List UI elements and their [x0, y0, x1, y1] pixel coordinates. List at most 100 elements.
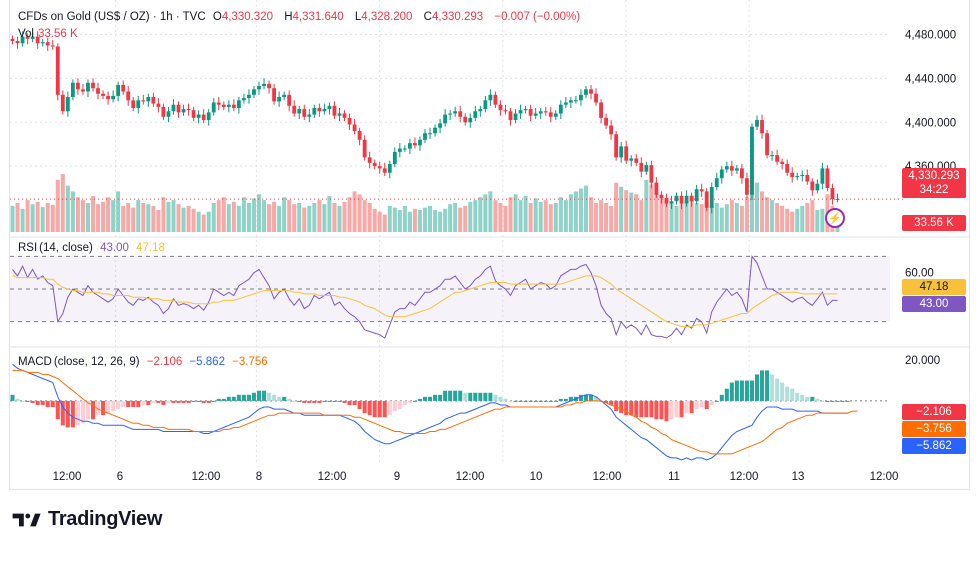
- volume-bar: [387, 205, 392, 232]
- candle-body: [543, 111, 548, 113]
- volume-bar: [262, 200, 267, 232]
- candle-body: [176, 104, 181, 113]
- volume-label: Vol: [18, 28, 34, 40]
- candle-body: [342, 113, 347, 118]
- volume-bar: [25, 200, 30, 232]
- macd-histogram-bar: [820, 400, 825, 402]
- volume-bar: [493, 200, 498, 232]
- volume-bar: [35, 201, 40, 232]
- macd-label[interactable]: MACD: [18, 356, 52, 368]
- volume-bar: [503, 205, 508, 232]
- macd-histogram-bar: [503, 398, 508, 401]
- macd-histogram-bar: [111, 400, 116, 412]
- candle-body: [282, 94, 287, 98]
- candle-body: [805, 174, 810, 182]
- candle-body: [629, 158, 634, 161]
- candle-body: [453, 111, 458, 114]
- candle-body: [252, 89, 256, 95]
- volume-bar: [523, 196, 528, 232]
- time-axis-label: 12:00: [456, 471, 485, 483]
- macd-histogram-bar: [337, 400, 342, 402]
- macd-histogram-bar: [619, 400, 624, 414]
- macd-hist-tag: −2.106: [902, 404, 966, 420]
- volume-tag: 33.56 K: [902, 215, 966, 231]
- candle-body: [724, 166, 729, 170]
- candle-body: [639, 162, 644, 172]
- macd-histogram-bar: [402, 400, 407, 405]
- volume-bar: [810, 200, 815, 232]
- rsi-params: 14, close: [43, 242, 90, 254]
- chart-canvas[interactable]: 4,480.0004,440.0004,400.0004,360.00060.0…: [0, 0, 980, 574]
- macd-histogram-bar: [624, 400, 629, 416]
- macd-histogram-bar: [302, 400, 307, 403]
- time-axis-label: 8: [256, 471, 262, 483]
- macd-signal-tag: −3.756: [902, 421, 966, 437]
- volume-bar: [478, 197, 483, 232]
- macd-histogram-bar: [563, 398, 568, 401]
- volume-bar: [101, 201, 106, 232]
- macd-histogram-bar: [201, 400, 206, 403]
- lightning-icon[interactable]: ⚡: [825, 208, 845, 228]
- candle-body: [533, 113, 538, 116]
- volume-bar: [327, 196, 332, 232]
- candle-body: [196, 114, 201, 118]
- macd-histogram-bar: [236, 394, 241, 401]
- macd-histogram-bar: [332, 400, 337, 402]
- volume-bar: [513, 194, 518, 232]
- candle-body: [55, 46, 60, 95]
- macd-histogram-bar: [412, 400, 417, 402]
- candle-body: [745, 178, 749, 195]
- volume-bar: [744, 197, 749, 232]
- candle-body: [186, 109, 191, 111]
- volume-legend: Vol 33.56 K: [18, 28, 82, 40]
- volume-bar: [488, 191, 493, 232]
- volume-bar: [312, 203, 317, 232]
- ohlc-legend: CFDs on Gold (US$ / OZ) · 1h · TVC O4,33…: [18, 11, 584, 23]
- candle-body: [131, 100, 136, 108]
- candle-body: [126, 91, 131, 101]
- macd-histogram-bar: [256, 390, 262, 401]
- macd-histogram-bar: [126, 400, 131, 408]
- candle-body: [760, 120, 764, 134]
- volume-bar: [498, 203, 503, 232]
- macd-histogram-bar: [317, 400, 322, 403]
- candle-body: [277, 97, 282, 102]
- volume-bar: [90, 196, 96, 232]
- macd-histogram-bar: [684, 400, 689, 414]
- macd-histogram-bar: [50, 400, 55, 408]
- bar-countdown: 34:22: [919, 184, 949, 196]
- symbol-title[interactable]: CFDs on Gold (US$ / OZ) · 1h · TVC: [18, 11, 206, 23]
- volume-bar: [246, 203, 251, 232]
- macd-line: [12, 363, 848, 461]
- candle-body: [50, 45, 55, 47]
- macd-histogram-bar: [342, 400, 347, 403]
- candle-body: [211, 102, 216, 113]
- macd-histogram-bar: [106, 400, 111, 414]
- macd-histogram-bar: [287, 398, 292, 401]
- candle-body: [458, 111, 463, 117]
- rsi-label[interactable]: RSI: [18, 242, 37, 254]
- volume-bar: [518, 200, 523, 232]
- candle-body: [96, 88, 100, 94]
- candle-body: [287, 94, 292, 106]
- volume-bar: [412, 208, 417, 232]
- candle-body: [136, 100, 141, 108]
- macd-histogram-bar: [488, 392, 493, 401]
- candle-body: [156, 103, 161, 107]
- volume-bar: [226, 204, 231, 232]
- volume-bar: [468, 201, 473, 232]
- volume-bar: [377, 211, 382, 232]
- candle-body: [634, 158, 639, 163]
- volume-legend-value: 33.56 K: [38, 28, 78, 40]
- candle-body: [272, 88, 277, 102]
- macd-histogram-bar: [70, 400, 75, 428]
- time-axis-label: 12:00: [730, 471, 759, 483]
- volume-bar: [443, 208, 448, 232]
- tradingview-watermark[interactable]: TradingView: [12, 508, 162, 531]
- volume-bar: [770, 200, 775, 232]
- candle-body: [302, 109, 307, 117]
- volume-bar: [634, 194, 639, 232]
- macd-histogram-bar: [805, 396, 810, 401]
- candle-body: [81, 89, 85, 92]
- candle-body: [10, 38, 15, 42]
